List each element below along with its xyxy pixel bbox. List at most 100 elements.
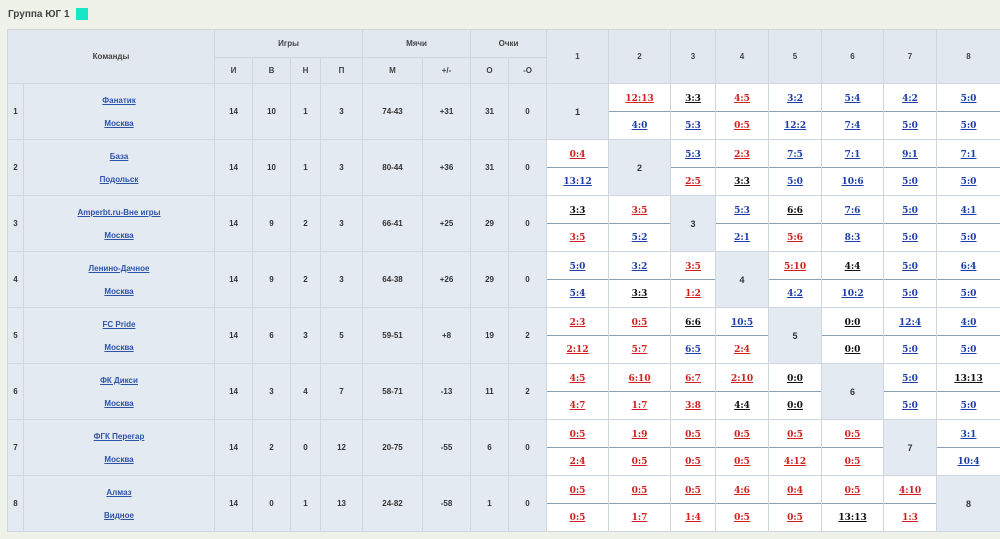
match-score-link[interactable]: 2:10	[731, 374, 753, 384]
match-score-link[interactable]: 5:0	[902, 262, 918, 272]
match-score-link[interactable]: 3:5	[570, 233, 586, 243]
match-score-link[interactable]: 4:5	[734, 94, 750, 104]
match-score-link[interactable]: 4:5	[570, 374, 586, 384]
match-score-link[interactable]: 5:0	[961, 233, 977, 243]
match-score-link[interactable]: 6:7	[685, 374, 701, 384]
match-score-link[interactable]: 4:0	[632, 121, 648, 131]
match-score-link[interactable]: 6:4	[961, 262, 977, 272]
match-score-link[interactable]: 3:5	[632, 206, 648, 216]
match-score-link[interactable]: 5:0	[961, 177, 977, 187]
match-score-link[interactable]: 5:4	[845, 94, 861, 104]
match-score-link[interactable]: 0:5	[570, 513, 586, 523]
match-score-link[interactable]: 3:3	[685, 94, 701, 104]
match-score-link[interactable]: 5:10	[784, 262, 806, 272]
match-score-link[interactable]: 12:13	[625, 94, 653, 104]
match-score-link[interactable]: 7:6	[845, 206, 861, 216]
match-score-link[interactable]: 0:5	[632, 318, 648, 328]
match-score-link[interactable]: 10:6	[841, 177, 863, 187]
match-score-link[interactable]: 0:5	[787, 513, 803, 523]
match-score-link[interactable]: 0:5	[845, 430, 861, 440]
team-name-link[interactable]: Алмаз	[25, 487, 214, 498]
match-score-link[interactable]: 1:7	[632, 401, 648, 411]
match-score-link[interactable]: 2:1	[734, 233, 750, 243]
match-score-link[interactable]: 5:0	[961, 345, 977, 355]
match-score-link[interactable]: 5:3	[734, 206, 750, 216]
team-name-link[interactable]: Фанатик	[25, 95, 214, 106]
match-score-link[interactable]: 0:5	[734, 121, 750, 131]
match-score-link[interactable]: 3:5	[685, 262, 701, 272]
match-score-link[interactable]: 0:5	[845, 457, 861, 467]
match-score-link[interactable]: 5:2	[632, 233, 648, 243]
match-score-link[interactable]: 4:12	[784, 457, 806, 467]
match-score-link[interactable]: 7:4	[845, 121, 861, 131]
match-score-link[interactable]: 5:0	[902, 206, 918, 216]
team-name-link[interactable]: Amperbt.ru-Вне игры	[25, 207, 214, 218]
match-score-link[interactable]: 0:5	[845, 486, 861, 496]
match-score-link[interactable]: 5:4	[570, 289, 586, 299]
match-score-link[interactable]: 12:4	[899, 318, 921, 328]
match-score-link[interactable]: 1:9	[632, 430, 648, 440]
match-score-link[interactable]: 5:0	[961, 401, 977, 411]
match-score-link[interactable]: 4:1	[961, 206, 977, 216]
match-score-link[interactable]: 0:0	[787, 374, 803, 384]
team-name-link[interactable]: ФК Дикси	[25, 375, 214, 386]
match-score-link[interactable]: 7:1	[961, 150, 977, 160]
match-score-link[interactable]: 0:0	[845, 345, 861, 355]
match-score-link[interactable]: 6:6	[685, 318, 701, 328]
match-score-link[interactable]: 0:5	[734, 430, 750, 440]
match-score-link[interactable]: 5:0	[961, 121, 977, 131]
match-score-link[interactable]: 0:5	[685, 457, 701, 467]
match-score-link[interactable]: 0:0	[787, 401, 803, 411]
match-score-link[interactable]: 1:4	[685, 513, 701, 523]
match-score-link[interactable]: 4:7	[570, 401, 586, 411]
match-score-link[interactable]: 5:6	[787, 233, 803, 243]
match-score-link[interactable]: 7:5	[787, 150, 803, 160]
team-name-link[interactable]: Ленино-Дачное	[25, 263, 214, 274]
match-score-link[interactable]: 12:2	[784, 121, 806, 131]
match-score-link[interactable]: 0:5	[570, 430, 586, 440]
match-score-link[interactable]: 5:0	[787, 177, 803, 187]
match-score-link[interactable]: 7:1	[845, 150, 861, 160]
match-score-link[interactable]: 4:2	[902, 94, 918, 104]
match-score-link[interactable]: 5:0	[902, 401, 918, 411]
match-score-link[interactable]: 2:4	[570, 457, 586, 467]
match-score-link[interactable]: 5:0	[570, 262, 586, 272]
match-score-link[interactable]: 4:10	[899, 486, 921, 496]
match-score-link[interactable]: 5:0	[961, 94, 977, 104]
match-score-link[interactable]: 1:3	[902, 513, 918, 523]
match-score-link[interactable]: 0:5	[734, 457, 750, 467]
team-city-link[interactable]: Видное	[25, 510, 214, 521]
match-score-link[interactable]: 9:1	[902, 150, 918, 160]
match-score-link[interactable]: 0:5	[685, 430, 701, 440]
match-score-link[interactable]: 0:0	[845, 318, 861, 328]
match-score-link[interactable]: 0:4	[570, 150, 586, 160]
match-score-link[interactable]: 3:1	[961, 430, 977, 440]
match-score-link[interactable]: 3:3	[570, 206, 586, 216]
team-name-link[interactable]: ФГК Перегар	[25, 431, 214, 442]
match-score-link[interactable]: 6:5	[685, 345, 701, 355]
match-score-link[interactable]: 3:2	[787, 94, 803, 104]
match-score-link[interactable]: 2:12	[566, 345, 588, 355]
match-score-link[interactable]: 5:0	[902, 177, 918, 187]
team-name-link[interactable]: База	[25, 151, 214, 162]
match-score-link[interactable]: 0:4	[787, 486, 803, 496]
match-score-link[interactable]: 5:0	[961, 289, 977, 299]
team-city-link[interactable]: Москва	[25, 398, 214, 409]
match-score-link[interactable]: 2:4	[734, 345, 750, 355]
match-score-link[interactable]: 4:0	[961, 318, 977, 328]
team-city-link[interactable]: Подольск	[25, 174, 214, 185]
team-city-link[interactable]: Москва	[25, 454, 214, 465]
match-score-link[interactable]: 10:5	[731, 318, 753, 328]
match-score-link[interactable]: 2:3	[570, 318, 586, 328]
match-score-link[interactable]: 3:3	[734, 177, 750, 187]
match-score-link[interactable]: 3:2	[632, 262, 648, 272]
match-score-link[interactable]: 0:5	[787, 430, 803, 440]
match-score-link[interactable]: 10:4	[957, 457, 979, 467]
match-score-link[interactable]: 5:0	[902, 233, 918, 243]
match-score-link[interactable]: 0:5	[570, 486, 586, 496]
match-score-link[interactable]: 1:7	[632, 513, 648, 523]
match-score-link[interactable]: 0:5	[632, 457, 648, 467]
match-score-link[interactable]: 10:2	[841, 289, 863, 299]
match-score-link[interactable]: 13:12	[563, 177, 591, 187]
match-score-link[interactable]: 2:5	[685, 177, 701, 187]
